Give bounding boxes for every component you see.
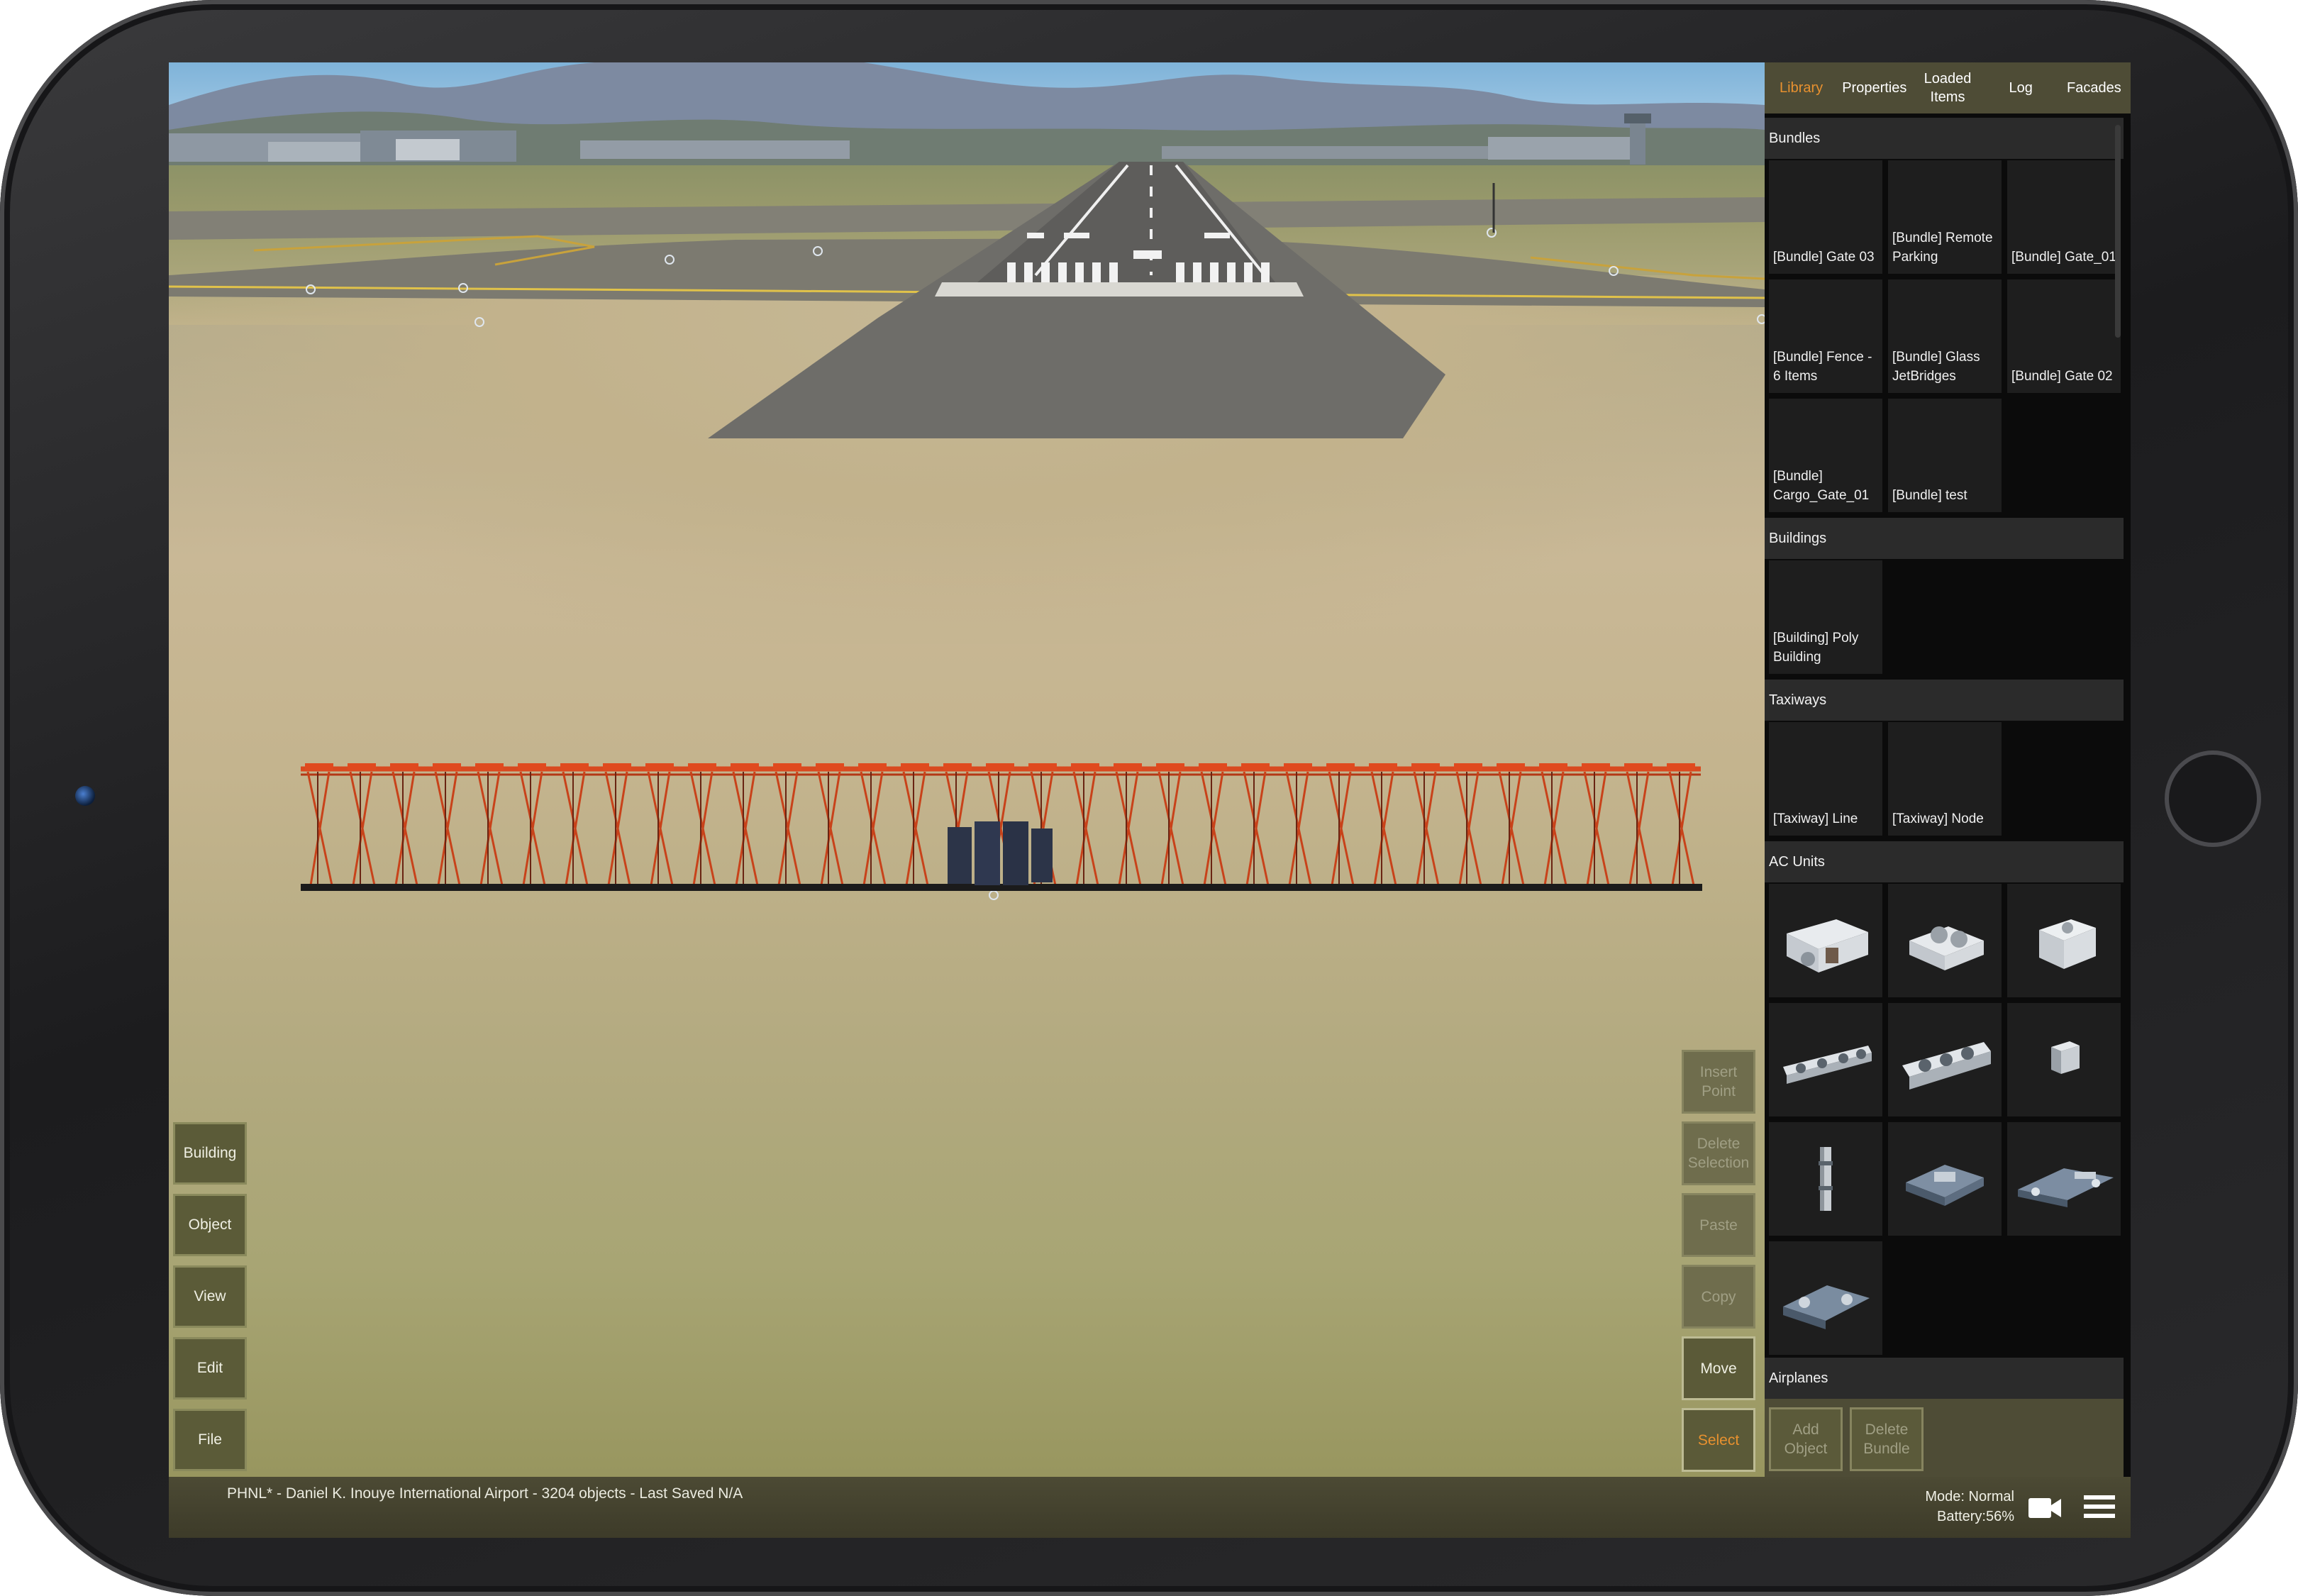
ac-unit-7-icon[interactable]	[1769, 1122, 1882, 1236]
item-label: [Bundle] test	[1892, 488, 1967, 503]
delete-bundle-button[interactable]: Delete Bundle	[1850, 1407, 1924, 1471]
ac-unit-10-icon[interactable]	[1769, 1241, 1882, 1355]
library-item-bundle-remote-parking[interactable]: [Bundle] Remote Parking	[1888, 160, 2002, 274]
tab-properties[interactable]: Properties	[1838, 62, 1911, 113]
section-buildings: Buildings	[1765, 518, 2124, 559]
ac-unit-5-icon[interactable]	[1888, 1003, 2002, 1116]
item-label: [Bundle] Fence - 6 Items	[1773, 350, 1872, 384]
library-item-taxiway-node[interactable]: [Taxiway] Node	[1888, 722, 2002, 836]
library-scrollbar[interactable]	[2115, 125, 2121, 338]
file-button[interactable]: File	[173, 1409, 247, 1471]
panel-tabs: Library Properties Loaded Items Log Faca…	[1765, 62, 2131, 113]
ac-unit-6-icon[interactable]	[2007, 1003, 2121, 1116]
item-label: [Taxiway] Node	[1892, 811, 1984, 826]
approach-lights	[301, 766, 1701, 886]
section-airplanes: Airplanes	[1765, 1358, 2124, 1399]
front-camera	[75, 786, 95, 806]
item-label: [Bundle] Remote Parking	[1892, 231, 1993, 265]
ac-unit-3-icon[interactable]	[2007, 884, 2121, 997]
tab-library[interactable]: Library	[1765, 62, 1838, 113]
item-label: [Bundle] Glass JetBridges	[1892, 350, 1980, 384]
building-button[interactable]: Building	[173, 1122, 247, 1185]
ac-unit-1-icon[interactable]	[1769, 884, 1882, 997]
video-camera-icon[interactable]	[2027, 1495, 2063, 1521]
scene-viewport[interactable]: Building Object View Edit File Insert Po…	[169, 62, 1765, 1477]
ac-unit-4-icon[interactable]	[1769, 1003, 1882, 1116]
ac-unit-2-icon[interactable]	[1888, 884, 2002, 997]
hamburger-menu-icon[interactable]	[2082, 1492, 2116, 1521]
view-button[interactable]: View	[173, 1265, 247, 1328]
ac-unit-9-icon[interactable]	[2007, 1122, 2121, 1236]
tab-loaded-items[interactable]: Loaded Items	[1911, 62, 1984, 113]
section-bundles: Bundles	[1765, 118, 2124, 159]
section-taxiways: Taxiways	[1765, 680, 2124, 721]
library-item-bundle-gate-02[interactable]: [Bundle] Gate 02	[2007, 279, 2121, 393]
library-item-taxiway-line[interactable]: [Taxiway] Line	[1769, 722, 1882, 836]
battery-label: Battery:56%	[1937, 1509, 2014, 1524]
home-button[interactable]	[2165, 750, 2261, 847]
item-label: [Bundle] Gate 03	[1773, 250, 1875, 265]
add-object-button[interactable]: Add Object	[1769, 1407, 1843, 1471]
item-label: [Bundle] Gate_01	[2011, 250, 2116, 265]
library-actions: Add Object Delete Bundle	[1765, 1399, 2124, 1477]
scene-geometry	[169, 62, 1765, 900]
equipment-shelter	[948, 821, 1053, 885]
copy-button[interactable]: Copy	[1682, 1265, 1755, 1329]
section-ac-units: AC Units	[1765, 841, 2124, 882]
tab-log[interactable]: Log	[1985, 62, 2058, 113]
library-item-bundle-gate-01[interactable]: [Bundle] Gate_01	[2007, 160, 2121, 274]
library-item-poly-building[interactable]: [Building] Poly Building	[1769, 560, 1882, 674]
item-label: [Building] Poly Building	[1773, 631, 1859, 665]
item-label: [Bundle] Cargo_Gate_01	[1773, 469, 1870, 503]
library-panel: Library Properties Loaded Items Log Faca…	[1765, 62, 2131, 1477]
delete-selection-button[interactable]: Delete Selection	[1682, 1121, 1755, 1185]
status-bar: PHNL* - Daniel K. Inouye International A…	[169, 1477, 2131, 1538]
tab-facades[interactable]: Facades	[2058, 62, 2131, 113]
file-status: PHNL* - Daniel K. Inouye International A…	[227, 1485, 743, 1502]
select-button[interactable]: Select	[1682, 1408, 1755, 1472]
paste-button[interactable]: Paste	[1682, 1193, 1755, 1257]
app-screen: Building Object View Edit File Insert Po…	[169, 62, 2131, 1538]
mode-label: Mode: Normal	[1925, 1489, 2014, 1504]
library-item-bundle-gate-03[interactable]: [Bundle] Gate 03	[1769, 160, 1882, 274]
item-label: [Bundle] Gate 02	[2011, 369, 2113, 384]
mode-battery: Mode: Normal Battery:56%	[1925, 1487, 2014, 1526]
object-button[interactable]: Object	[173, 1194, 247, 1256]
library-item-bundle-fence[interactable]: [Bundle] Fence - 6 Items	[1769, 279, 1882, 393]
ac-unit-8-icon[interactable]	[1888, 1122, 2002, 1236]
insert-point-button[interactable]: Insert Point	[1682, 1050, 1755, 1114]
library-item-bundle-cargo-gate-01[interactable]: [Bundle] Cargo_Gate_01	[1769, 399, 1882, 512]
item-label: [Taxiway] Line	[1773, 811, 1858, 826]
library-item-bundle-test[interactable]: [Bundle] test	[1888, 399, 2002, 512]
edit-button[interactable]: Edit	[173, 1337, 247, 1400]
library-item-bundle-glass-jetbridges[interactable]: [Bundle] Glass JetBridges	[1888, 279, 2002, 393]
move-button[interactable]: Move	[1682, 1336, 1755, 1400]
